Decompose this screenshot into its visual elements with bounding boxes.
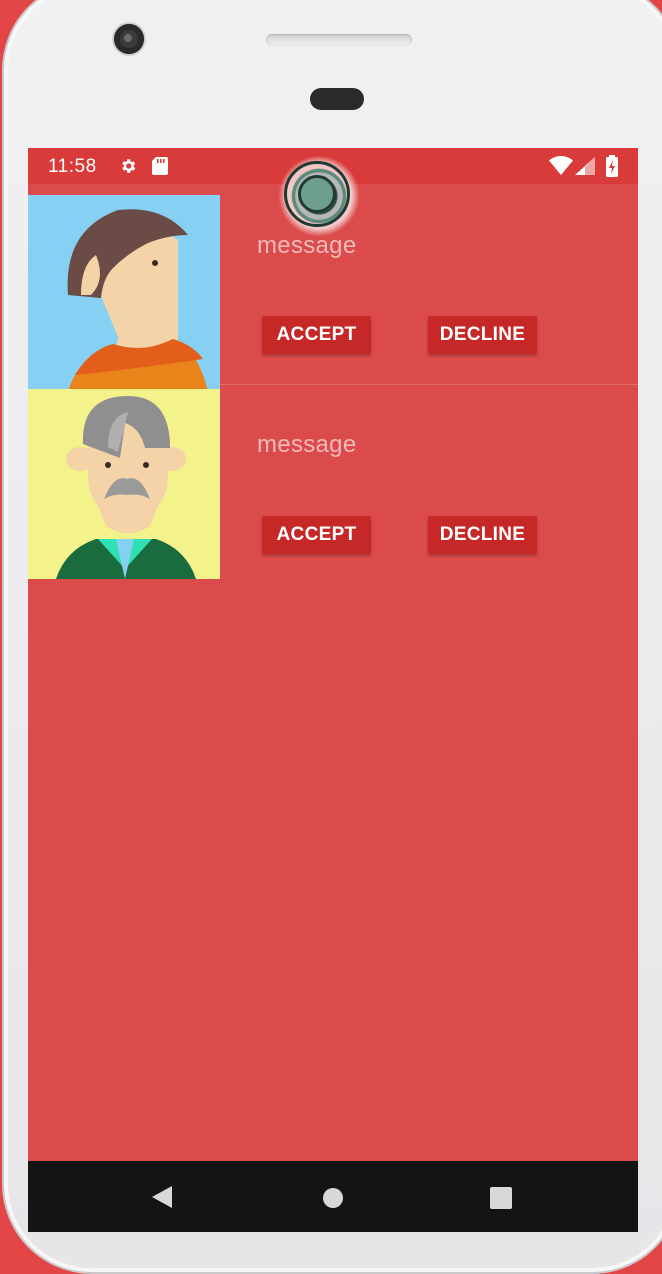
request-message: message xyxy=(257,431,357,458)
home-icon[interactable] xyxy=(322,1187,344,1214)
gear-icon xyxy=(119,157,137,180)
signal-icon xyxy=(575,157,595,180)
request-list: message ACCEPT DECLINE message ACCEPT DE… xyxy=(28,184,638,585)
battery-charging-icon xyxy=(606,155,618,182)
decline-button[interactable]: DECLINE xyxy=(428,516,537,554)
avatar-old-man-icon[interactable] xyxy=(28,389,220,579)
status-time: 11:58 xyxy=(48,156,97,177)
floating-touch-indicator-icon[interactable] xyxy=(278,155,360,237)
front-camera-icon xyxy=(114,24,144,54)
wifi-icon xyxy=(549,156,573,181)
list-item: message ACCEPT DECLINE xyxy=(28,385,638,585)
avatar-young-man-icon[interactable] xyxy=(28,195,220,392)
decline-button[interactable]: DECLINE xyxy=(428,316,537,354)
speaker-grille xyxy=(266,34,412,46)
navigation-bar xyxy=(28,1161,638,1232)
device-screen: 11:58 message ACCEPT DECLINE message ACC… xyxy=(28,148,638,1232)
proximity-sensor xyxy=(310,88,364,110)
back-icon[interactable] xyxy=(150,1185,174,1214)
request-message: message xyxy=(257,232,357,259)
sd-card-icon xyxy=(152,157,168,180)
recents-icon[interactable] xyxy=(490,1187,512,1214)
accept-button[interactable]: ACCEPT xyxy=(262,516,371,554)
accept-button[interactable]: ACCEPT xyxy=(262,316,371,354)
